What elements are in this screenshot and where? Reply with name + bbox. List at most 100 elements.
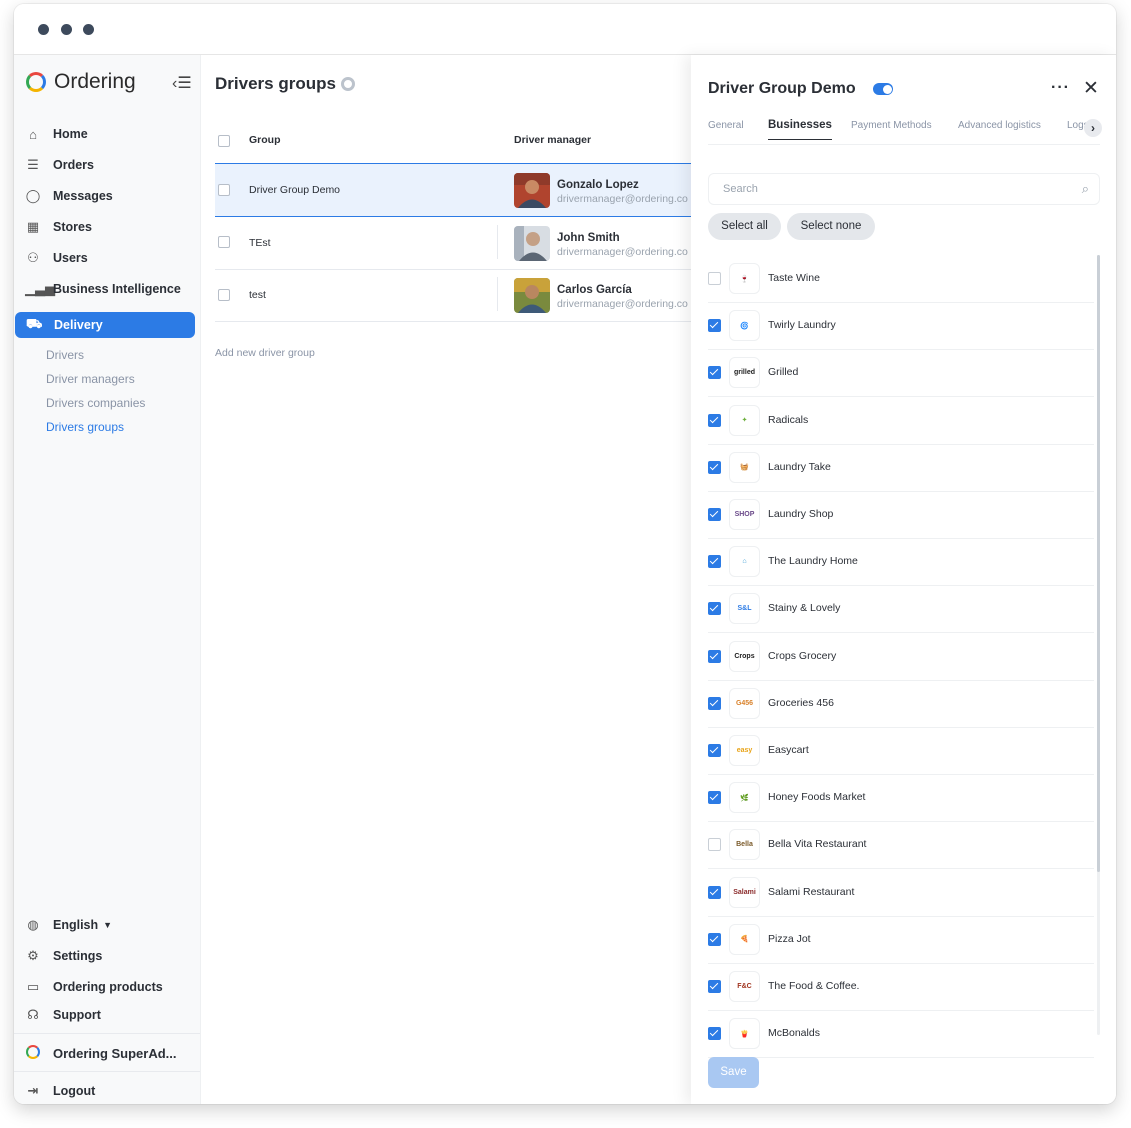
sidebar-item-business-intelligence[interactable]: ▁▃▅ Business Intelligence: [14, 276, 200, 302]
business-checkbox[interactable]: [708, 932, 721, 946]
business-checkbox[interactable]: [708, 366, 721, 380]
business-checkbox[interactable]: [708, 885, 721, 899]
table-row[interactable]: TEst John Smith drivermanager@ordering.c…: [215, 217, 695, 270]
cell-divider: [497, 277, 498, 311]
sidebar-item-users[interactable]: ⚇ Users: [14, 245, 200, 271]
business-row[interactable]: ⌂ The Laundry Home: [708, 538, 1094, 587]
column-header-driver-manager[interactable]: Driver manager: [514, 134, 591, 146]
business-row[interactable]: 🍕 Pizza Jot: [708, 916, 1094, 964]
business-row[interactable]: 🌀 Twirly Laundry: [708, 302, 1094, 351]
table-row[interactable]: test Carlos García drivermanager@orderin…: [215, 269, 695, 322]
manager-name: Carlos García: [557, 284, 632, 296]
business-row[interactable]: ✦ Radicals: [708, 397, 1094, 445]
sidebar-item-label: Business Intelligence: [53, 282, 181, 296]
business-row[interactable]: easy Easycart: [708, 727, 1094, 775]
save-button[interactable]: Save: [708, 1057, 759, 1088]
sidebar-item-home[interactable]: ⌂ Home: [14, 121, 200, 147]
business-checkbox[interactable]: [708, 413, 721, 427]
business-checkbox[interactable]: [708, 744, 721, 757]
app-window: Ordering ‹☰ ⌂ Home ☰ Orders ◯ Messages ▦…: [14, 4, 1116, 1104]
select-all-button[interactable]: Select all: [708, 213, 781, 240]
tab-advanced-logistics[interactable]: Advanced logistics: [958, 120, 1041, 131]
business-name: Easycart: [768, 744, 809, 756]
business-checkbox[interactable]: [708, 319, 721, 333]
business-row[interactable]: SHOP Laundry Shop: [708, 491, 1094, 539]
business-row[interactable]: Bella Bella Vita Restaurant: [708, 821, 1094, 870]
products-icon: ▭: [26, 979, 40, 994]
business-row[interactable]: G456 Groceries 456: [708, 680, 1094, 728]
business-checkbox[interactable]: [708, 649, 721, 663]
tab-payment-methods[interactable]: Payment Methods: [851, 120, 932, 131]
logout-button[interactable]: ⇥ Logout: [14, 1079, 200, 1103]
list-scrollbar-thumb[interactable]: [1097, 255, 1100, 872]
business-checkbox[interactable]: [708, 1027, 721, 1041]
ordering-logo-icon: [26, 72, 46, 92]
sidebar-item-delivery[interactable]: ⛟ Delivery: [15, 312, 195, 338]
caret-down-icon: ▼: [103, 920, 113, 930]
tabs-scroll-right-icon[interactable]: ›: [1084, 119, 1102, 137]
business-row[interactable]: Crops Crops Grocery: [708, 633, 1094, 681]
business-checkbox[interactable]: [708, 696, 721, 710]
select-none-button[interactable]: Select none: [787, 213, 875, 240]
group-enabled-toggle[interactable]: [873, 83, 893, 95]
select-all-checkbox[interactable]: [218, 135, 230, 147]
business-checkbox[interactable]: [708, 555, 721, 569]
row-checkbox[interactable]: [218, 184, 230, 196]
language-label: English: [53, 918, 99, 932]
sidebar-subitem-drivers[interactable]: Drivers: [46, 348, 84, 362]
business-checkbox[interactable]: [708, 460, 721, 474]
more-options-icon[interactable]: ···: [1051, 79, 1070, 97]
business-row[interactable]: 🧺 Laundry Take: [708, 444, 1094, 492]
sidebar-item-messages[interactable]: ◯ Messages: [14, 183, 200, 209]
brand-logo[interactable]: Ordering: [26, 67, 136, 97]
business-checkbox[interactable]: [708, 980, 721, 993]
window-maximize-dot[interactable]: [83, 24, 94, 35]
sidebar-subitem-driver-managers[interactable]: Driver managers: [46, 372, 135, 386]
window-minimize-dot[interactable]: [61, 24, 72, 35]
row-checkbox[interactable]: [218, 236, 230, 248]
business-row[interactable]: Salami Salami Restaurant: [708, 869, 1094, 917]
group-name: TEst: [249, 237, 271, 249]
close-icon[interactable]: ✕: [1083, 77, 1099, 100]
table-row[interactable]: Driver Group Demo Gonzalo Lopez driverma…: [215, 163, 695, 217]
tab-general[interactable]: General: [708, 120, 744, 131]
account-menu[interactable]: Ordering SuperAd...: [14, 1041, 200, 1065]
business-logo: 🍕: [729, 923, 760, 955]
sidebar-collapse-icon[interactable]: ‹☰: [172, 73, 192, 93]
business-name: Taste Wine: [768, 272, 820, 284]
logout-label: Logout: [53, 1084, 96, 1098]
business-checkbox[interactable]: [708, 508, 721, 521]
business-name: Pizza Jot: [768, 932, 811, 945]
help-lifebuoy-icon[interactable]: [341, 77, 355, 91]
sidebar-item-ordering-products[interactable]: ▭ Ordering products: [14, 975, 200, 999]
sidebar-subitem-drivers-companies[interactable]: Drivers companies: [46, 396, 145, 410]
sidebar-item-support[interactable]: ☊ Support: [14, 1003, 200, 1027]
business-row[interactable]: 🌿 Honey Foods Market: [708, 774, 1094, 823]
sidebar-item-orders[interactable]: ☰ Orders: [14, 152, 200, 178]
sidebar-subitem-drivers-groups[interactable]: Drivers groups: [46, 420, 124, 434]
search-input[interactable]: [721, 182, 1055, 196]
business-row[interactable]: F&C The Food & Coffee.: [708, 963, 1094, 1011]
business-row[interactable]: 🍷 Taste Wine: [708, 255, 1094, 303]
row-checkbox[interactable]: [218, 289, 230, 301]
window-close-dot[interactable]: [38, 24, 49, 35]
search-icon: ⌕: [1081, 181, 1089, 196]
add-driver-group-link[interactable]: Add new driver group: [215, 347, 315, 359]
business-name: Honey Foods Market: [768, 791, 866, 804]
account-name: Ordering SuperAd...: [53, 1045, 177, 1061]
sidebar-item-settings[interactable]: ⚙ Settings: [14, 944, 200, 968]
business-row[interactable]: 🍟 McBonalds: [708, 1010, 1094, 1059]
business-name: The Food & Coffee.: [768, 980, 860, 992]
business-row[interactable]: S&L Stainy & Lovely: [708, 585, 1094, 634]
tab-businesses[interactable]: Businesses: [768, 119, 832, 140]
business-name: Radicals: [768, 413, 809, 426]
column-header-group[interactable]: Group: [249, 134, 281, 146]
sidebar-item-stores[interactable]: ▦ Stores: [14, 214, 200, 240]
page-title: Drivers groups: [215, 74, 336, 93]
business-checkbox[interactable]: [708, 272, 721, 285]
business-checkbox[interactable]: [708, 602, 721, 616]
business-checkbox[interactable]: [708, 838, 721, 852]
business-checkbox[interactable]: [708, 791, 721, 805]
business-row[interactable]: grilled Grilled: [708, 349, 1094, 398]
language-selector[interactable]: ◍ English ▼: [14, 913, 200, 937]
